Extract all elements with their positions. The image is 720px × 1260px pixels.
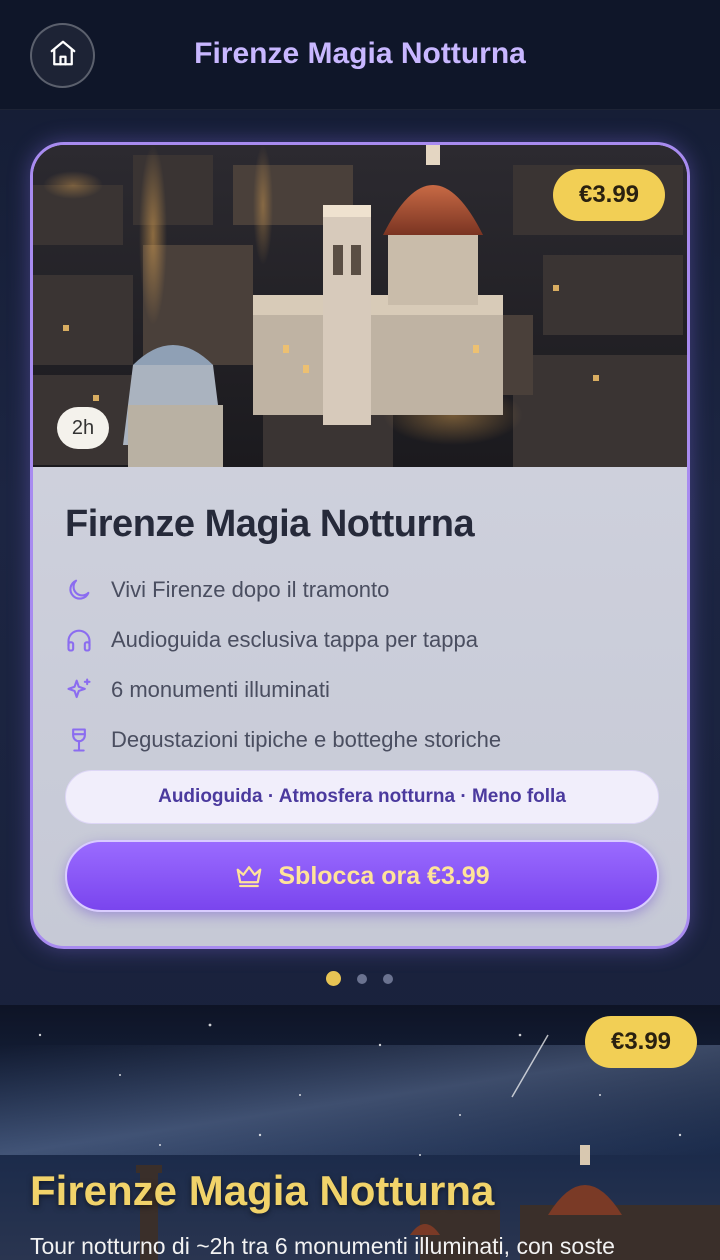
crown-icon <box>234 861 264 891</box>
carousel-dot[interactable] <box>383 973 393 984</box>
feature-text: Audioguida esclusiva tappa per tappa <box>111 627 478 652</box>
tour-card-secondary[interactable]: €3.99 Firenze Magia Notturna Tour nottur… <box>0 1005 720 1260</box>
feature-item: Audioguida esclusiva tappa per tappa <box>63 615 663 665</box>
feature-item: Degustazioni tipiche e botteghe storiche <box>63 715 663 765</box>
tour-title: Firenze Magia Notturna <box>30 1167 495 1214</box>
sparkles-icon <box>63 674 95 706</box>
tour-description: Tour notturno di ~2h tra 6 monumenti ill… <box>30 1233 615 1259</box>
wine-glass-icon <box>63 724 95 756</box>
carousel-pagination <box>326 971 409 986</box>
app-header: Firenze Magia Notturna <box>0 0 720 110</box>
page-title: Firenze Magia Notturna <box>194 37 526 70</box>
tour-title: Firenze Magia Notturna <box>65 503 475 545</box>
feature-item: 6 monumenti illuminati <box>63 665 663 715</box>
tour-image: €3.99 2h <box>33 145 687 467</box>
feature-item: Vivi Firenze dopo il tramonto <box>63 565 663 615</box>
unlock-button[interactable]: Sblocca ora €3.99 <box>65 840 659 912</box>
tour-card[interactable]: €3.99 2h Firenze Magia Notturna Vivi Fir… <box>30 142 690 949</box>
feature-list: Vivi Firenze dopo il tramonto Audioguida… <box>63 565 663 765</box>
price-badge: €3.99 <box>553 169 665 221</box>
feature-text: Degustazioni tipiche e botteghe storiche <box>111 727 502 752</box>
moon-icon <box>63 574 95 606</box>
tags-pill: Audioguida · Atmosfera notturna · Meno f… <box>65 770 659 824</box>
price-badge: €3.99 <box>585 1016 697 1068</box>
headphones-icon <box>63 624 95 656</box>
carousel-dot-active[interactable] <box>326 971 341 986</box>
feature-text: Vivi Firenze dopo il tramonto <box>111 577 390 602</box>
duration-badge: 2h <box>57 407 109 449</box>
unlock-button-label: Sblocca ora €3.99 <box>278 861 490 890</box>
carousel-dot[interactable] <box>357 973 367 984</box>
feature-text: 6 monumenti illuminati <box>111 677 330 702</box>
